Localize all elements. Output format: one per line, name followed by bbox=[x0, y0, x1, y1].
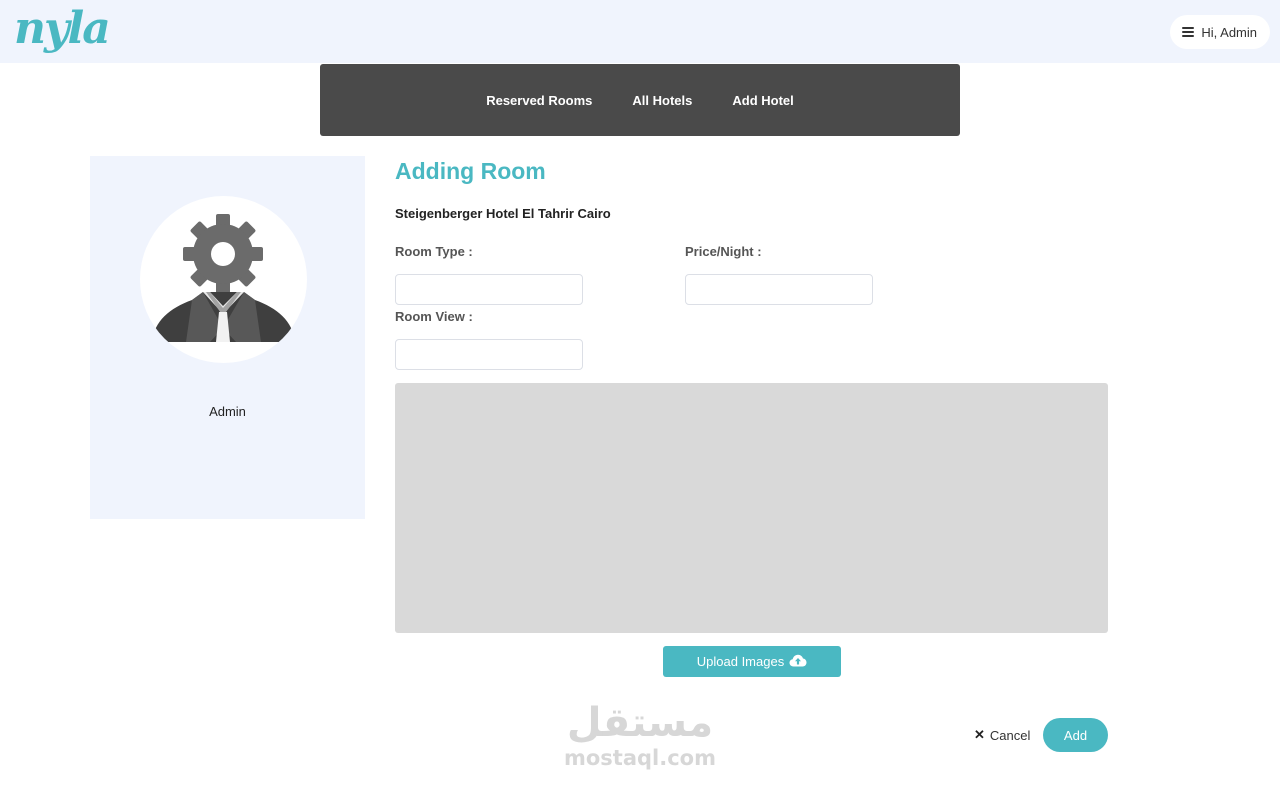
profile-name: Admin bbox=[209, 404, 246, 419]
nav-all-hotels[interactable]: All Hotels bbox=[632, 93, 692, 108]
admin-avatar-icon bbox=[140, 196, 307, 363]
upload-images-button[interactable]: Upload Images bbox=[663, 646, 841, 677]
hamburger-icon bbox=[1182, 27, 1195, 37]
room-view-input[interactable] bbox=[395, 339, 583, 370]
cloud-upload-icon bbox=[789, 654, 807, 670]
page-title: Adding Room bbox=[395, 158, 546, 184]
profile-card: Admin bbox=[90, 156, 365, 519]
watermark-latin: mostaql.com bbox=[564, 746, 716, 770]
cancel-label: Cancel bbox=[989, 727, 1031, 743]
room-view-label: Room View : bbox=[395, 309, 473, 324]
room-type-input[interactable] bbox=[395, 274, 583, 305]
price-night-input[interactable] bbox=[685, 274, 873, 305]
add-button[interactable]: Add bbox=[1043, 718, 1108, 752]
top-header: nyla Hi, Admin bbox=[0, 0, 1280, 63]
brand-logo[interactable]: nyla bbox=[14, 4, 111, 54]
upload-label: Upload Images bbox=[696, 654, 785, 669]
nav-add-hotel[interactable]: Add Hotel bbox=[732, 93, 793, 108]
nav-reserved-rooms[interactable]: Reserved Rooms bbox=[486, 93, 592, 108]
watermark: مستقل mostaql.com bbox=[560, 700, 720, 770]
user-greeting: Hi, Admin bbox=[1201, 24, 1257, 40]
hotel-name: Steigenberger Hotel El Tahrir Cairo bbox=[395, 206, 611, 221]
user-menu-button[interactable]: Hi, Admin bbox=[1170, 15, 1270, 49]
watermark-arabic: مستقل bbox=[566, 700, 714, 746]
price-night-label: Price/Night : bbox=[685, 244, 762, 259]
main-nav: Reserved Rooms All Hotels Add Hotel bbox=[320, 64, 960, 136]
room-type-label: Room Type : bbox=[395, 244, 473, 259]
close-icon: ✕ bbox=[974, 727, 985, 742]
cancel-button[interactable]: ✕ Cancel bbox=[974, 725, 1030, 745]
image-preview-area[interactable] bbox=[395, 383, 1108, 633]
